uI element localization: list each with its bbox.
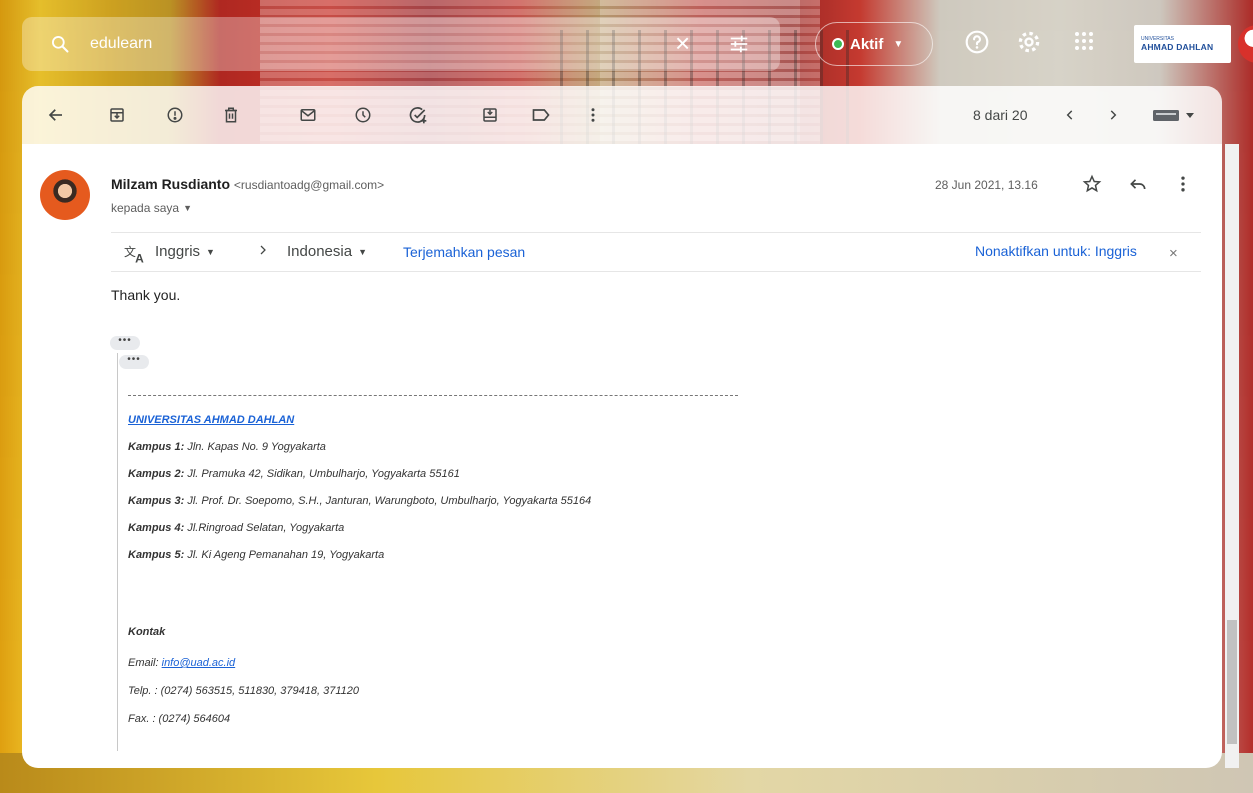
campus-label: Kampus 1: xyxy=(128,441,185,453)
help-icon[interactable] xyxy=(964,29,990,60)
campus-label: Kampus 2: xyxy=(128,468,185,480)
add-task-icon[interactable] xyxy=(407,104,429,126)
message-more-icon[interactable] xyxy=(1180,174,1186,199)
brand-name: AHMAD DAHLAN xyxy=(1141,42,1214,52)
reply-icon[interactable] xyxy=(1128,174,1148,199)
contact-email-line: Email: info@uad.ac.id xyxy=(128,657,235,669)
move-to-icon[interactable] xyxy=(479,104,501,126)
university-link[interactable]: UNIVERSITAS AHMAD DAHLAN xyxy=(128,414,294,426)
chevron-down-icon: ▼ xyxy=(358,246,367,257)
signature-divider xyxy=(128,395,738,396)
sender-line: Milzam Rusdianto <rusdiantoadg@gmail.com… xyxy=(111,176,384,192)
message-toolbar: 8 dari 20 xyxy=(22,86,1222,144)
translate-message-link[interactable]: Terjemahkan pesan xyxy=(403,244,525,260)
contact-phone: Telp. : (0274) 563515, 511830, 379418, 3… xyxy=(128,685,359,697)
recipient-label: kepada saya xyxy=(111,201,180,215)
account-avatar[interactable] xyxy=(1238,25,1253,63)
source-language-dropdown[interactable]: Inggris ▼ xyxy=(155,243,215,260)
message-count: 8 dari 20 xyxy=(973,107,1028,123)
campus-2: Kampus 2: Jl. Pramuka 42, Sidikan, Umbul… xyxy=(128,468,460,480)
show-trimmed-content-button[interactable]: ••• xyxy=(110,336,140,350)
translate-icon: 文A xyxy=(124,243,148,265)
message-date: 28 Jun 2021, 13.16 xyxy=(935,178,1038,192)
translate-bar: 文A Inggris ▼ Indonesia ▼ Terjemahkan pes… xyxy=(111,232,1201,272)
campus-1: Kampus 1: Jln. Kapas No. 9 Yogyakarta xyxy=(128,441,326,453)
search-options-icon[interactable] xyxy=(728,33,750,60)
campus-3: Kampus 3: Jl. Prof. Dr. Soepomo, S.H., J… xyxy=(128,495,591,507)
sender-email: <rusdiantoadg@gmail.com> xyxy=(233,178,385,192)
status-dot-icon xyxy=(832,38,844,50)
settings-gear-icon[interactable] xyxy=(1016,29,1042,60)
campus-address: Jln. Kapas No. 9 Yogyakarta xyxy=(187,441,326,453)
contact-heading: Kontak xyxy=(128,626,165,638)
target-language-dropdown[interactable]: Indonesia ▼ xyxy=(287,243,367,260)
star-icon[interactable] xyxy=(1082,174,1102,199)
campus-label: Kampus 3: xyxy=(128,495,185,507)
campus-address: Jl.Ringroad Selatan, Yogyakarta xyxy=(187,522,345,534)
source-language: Inggris xyxy=(155,243,201,260)
contact-fax: Fax. : (0274) 564604 xyxy=(128,713,231,725)
disable-translate-link[interactable]: Nonaktifkan untuk: Inggris xyxy=(975,243,1137,259)
search-input[interactable] xyxy=(90,29,650,59)
mark-unread-icon[interactable] xyxy=(297,104,319,126)
arrow-right-icon xyxy=(257,243,269,257)
campus-4: Kampus 4: Jl.Ringroad Selatan, Yogyakart… xyxy=(128,522,344,534)
status-label: Aktif xyxy=(850,35,884,53)
chevron-down-icon: ▼ xyxy=(893,38,904,50)
scrollbar[interactable] xyxy=(1225,144,1239,768)
scrollbar-thumb[interactable] xyxy=(1227,620,1237,744)
back-arrow-icon[interactable] xyxy=(45,104,67,126)
status-dropdown[interactable]: Aktif ▼ xyxy=(815,22,933,66)
quote-rule xyxy=(117,353,118,751)
label-icon[interactable] xyxy=(530,104,552,126)
chevron-down-icon: ▼ xyxy=(183,203,192,213)
campus-address: Jl. Prof. Dr. Soepomo, S.H., Janturan, W… xyxy=(187,495,592,507)
show-trimmed-content-button-inner[interactable]: ••• xyxy=(119,355,149,369)
message-body: Thank you. xyxy=(111,287,181,303)
older-chevron-right-icon[interactable] xyxy=(1102,104,1124,126)
report-spam-icon[interactable] xyxy=(164,104,186,126)
chevron-down-icon: ▼ xyxy=(206,246,215,257)
target-language: Indonesia xyxy=(287,243,353,260)
campus-address: Jl. Pramuka 42, Sidikan, Umbulharjo, Yog… xyxy=(187,468,460,480)
clear-search-icon[interactable]: × xyxy=(675,30,690,56)
close-icon[interactable]: × xyxy=(1169,245,1178,262)
delete-icon[interactable] xyxy=(220,104,242,126)
campus-5: Kampus 5: Jl. Ki Ageng Pemanahan 19, Yog… xyxy=(128,549,384,561)
sender-avatar[interactable] xyxy=(40,170,90,220)
campus-label: Kampus 4: xyxy=(128,522,185,534)
campus-address: Jl. Ki Ageng Pemanahan 19, Yogyakarta xyxy=(187,549,385,561)
archive-icon[interactable] xyxy=(106,104,128,126)
email-label: Email: xyxy=(128,657,159,669)
snooze-clock-icon[interactable] xyxy=(352,104,374,126)
svg-text:A: A xyxy=(135,251,144,265)
email-link[interactable]: info@uad.ac.id xyxy=(162,657,236,669)
search-icon[interactable] xyxy=(50,34,70,59)
recipient-dropdown[interactable]: kepada saya ▼ xyxy=(111,201,192,215)
university-name[interactable]: UNIVERSITAS AHMAD DAHLAN xyxy=(128,414,294,426)
contact-heading-text: Kontak xyxy=(128,626,166,638)
more-options-icon[interactable] xyxy=(582,104,604,126)
organization-logo[interactable]: UNIVERSITAS AHMAD DAHLAN xyxy=(1134,25,1231,63)
sender-name[interactable]: Milzam Rusdianto xyxy=(111,176,230,192)
apps-grid-icon[interactable] xyxy=(1072,29,1096,58)
newer-chevron-left-icon[interactable] xyxy=(1059,104,1081,126)
top-bar: × Aktif ▼ UNIVERSITAS AHMAD DAHLAN xyxy=(0,0,1253,80)
search-bar: × xyxy=(22,17,780,71)
campus-label: Kampus 5: xyxy=(128,549,185,561)
keyboard-input-icon[interactable] xyxy=(1152,104,1198,126)
